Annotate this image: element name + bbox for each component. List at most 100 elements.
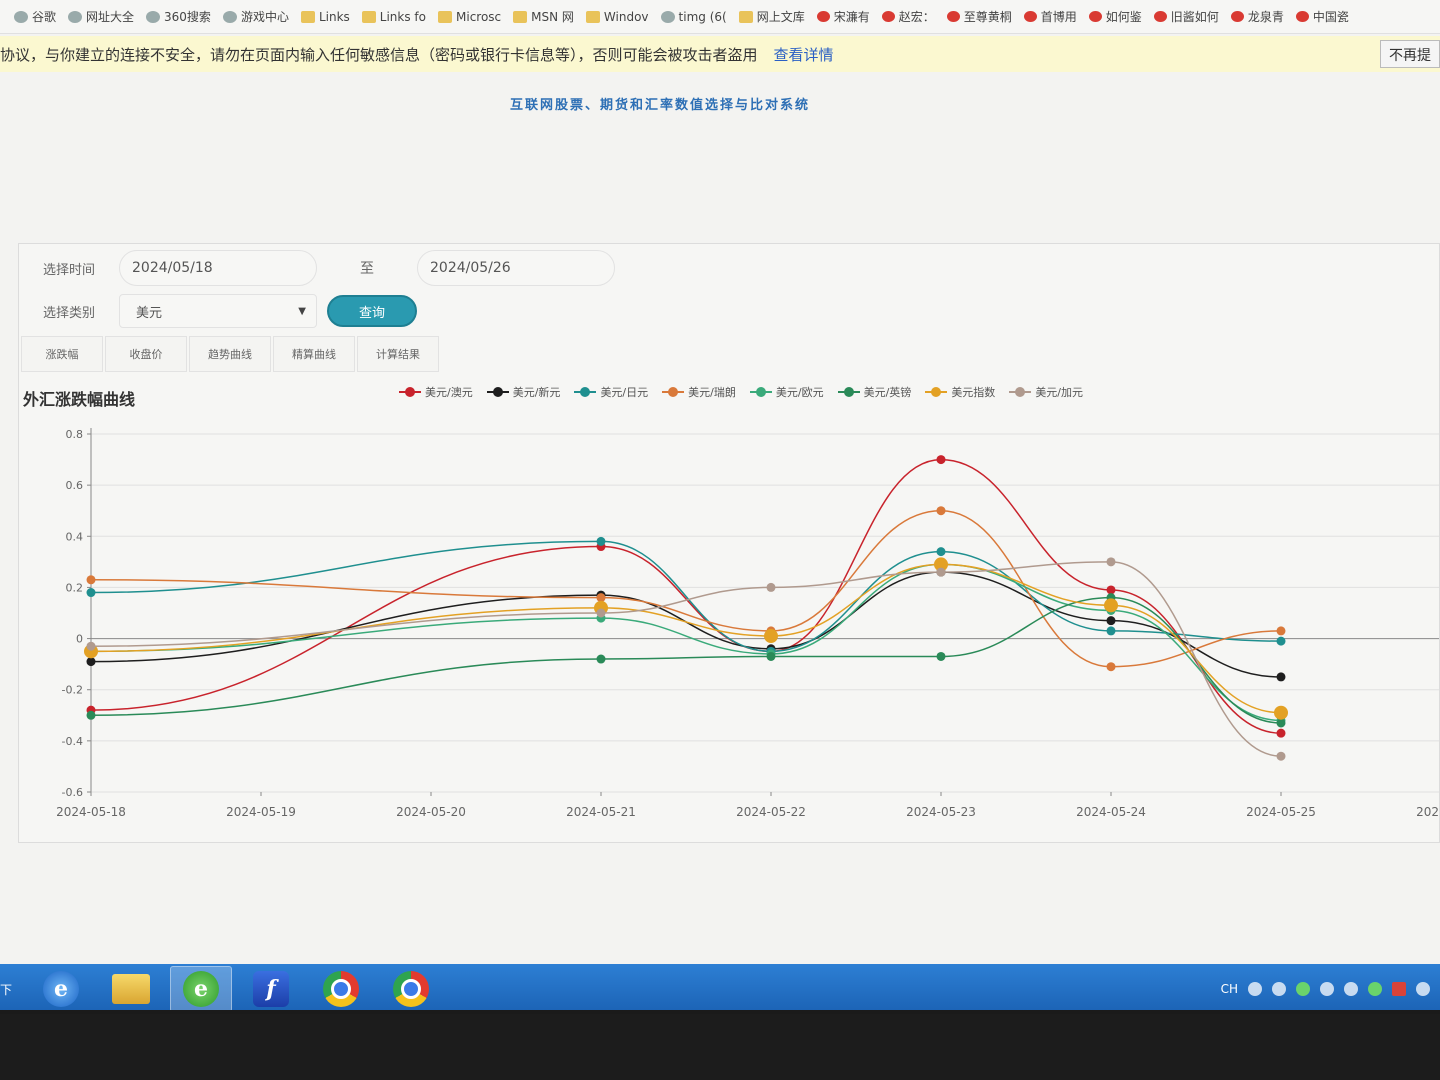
data-point (766, 582, 776, 592)
y-tick-label: 0.2 (66, 581, 84, 594)
update-icon[interactable] (1296, 982, 1310, 996)
warning-dismiss-button[interactable]: 不再提 (1380, 40, 1440, 68)
security-icon[interactable] (1368, 982, 1382, 996)
bookmark-item[interactable]: Links (300, 9, 350, 24)
weibo-icon (881, 11, 895, 22)
taskbar-ie-green[interactable]: e (170, 966, 232, 1010)
bookmark-item[interactable]: 中国瓷 (1295, 8, 1349, 25)
language-indicator[interactable]: CH (1221, 982, 1238, 996)
weibo-icon (946, 11, 960, 22)
taskbar-explorer[interactable] (100, 966, 162, 1010)
bookmark-item[interactable]: MSN 网 (513, 8, 574, 25)
weibo-icon (1153, 11, 1167, 22)
bookmark-label: 网上文库 (756, 10, 805, 24)
query-panel: 选择时间 2024/05/18 至 2024/05/26 选择类别 美元 ▼ 查… (18, 243, 1440, 843)
taskbar-flash[interactable]: f (240, 966, 302, 1010)
taskbar-chrome-1[interactable] (310, 966, 372, 1010)
chrome-icon (323, 971, 359, 1007)
bookmark-item[interactable]: timg (6( (660, 10, 727, 24)
globe-icon (660, 10, 675, 23)
bookmark-label: 中国瓷 (1312, 10, 1349, 24)
weibo-icon (1295, 11, 1309, 22)
flag-icon[interactable] (1392, 982, 1406, 996)
warning-details-link[interactable]: 查看详情 (774, 44, 834, 65)
bookmark-label: 如何鉴 (1105, 10, 1142, 24)
bookmark-item[interactable]: 首博用 (1023, 8, 1077, 25)
bookmark-label: Links fo (379, 9, 426, 24)
volume-icon[interactable] (1344, 982, 1358, 996)
series-line (90, 596, 1282, 724)
folder-icon (438, 10, 452, 23)
bookmark-item[interactable]: Microsc (438, 10, 501, 24)
data-point (1106, 662, 1116, 672)
game-icon (222, 10, 237, 23)
bookmark-item[interactable]: Windov (585, 9, 649, 24)
series-line (90, 540, 1282, 653)
data-point (596, 536, 606, 546)
network-icon[interactable] (1416, 982, 1430, 996)
data-point (1276, 636, 1286, 646)
data-point (596, 608, 606, 618)
x-tick-label: 2024-05-19 (226, 805, 296, 819)
x-tick-label: 2024-05-20 (396, 805, 466, 819)
data-point (1106, 585, 1116, 595)
bookmark-item[interactable]: 宋濂有 (816, 8, 870, 25)
bookmark-label: Windov (603, 9, 649, 24)
google-icon (14, 10, 28, 23)
bookmark-label: 首博用 (1040, 10, 1077, 24)
bookmark-label: 赵宏： (898, 10, 935, 24)
bookmark-item[interactable]: 龙泉青 (1230, 8, 1284, 25)
bookmark-label: 360搜索 (164, 10, 211, 24)
data-point (936, 547, 946, 557)
site-icon (68, 10, 83, 23)
x-tick-label: 2024-05-22 (736, 805, 806, 819)
data-point (1276, 672, 1286, 682)
y-tick-label: 0.8 (66, 428, 84, 441)
data-point (1106, 626, 1116, 636)
search-icon (146, 10, 161, 23)
bookmark-label: Links (318, 9, 350, 24)
device-icon[interactable] (1320, 982, 1334, 996)
bookmarks-bar: 谷歌 网址大全 360搜索 游戏中心 Links Links fo Microsc MSN 网… (0, 0, 1440, 34)
bookmark-item[interactable]: 赵宏： (881, 8, 935, 25)
page-title: 互联网股票、期货和汇率数值选择与比对系统 (509, 98, 810, 113)
data-point (86, 588, 96, 598)
bookmark-item[interactable]: Links fo (361, 9, 426, 24)
folder-icon (513, 10, 528, 23)
data-point (936, 506, 946, 516)
bookmark-item[interactable]: 如何鉴 (1088, 8, 1142, 25)
ie-icon: e (43, 971, 79, 1007)
data-point (1106, 616, 1116, 626)
bookmark-item[interactable]: 游戏中心 (222, 8, 289, 25)
x-tick-label: 2024-05-23 (906, 805, 976, 819)
weibo-icon (1023, 11, 1037, 22)
monitor-bezel (0, 1014, 1440, 1080)
start-button[interactable]: 下 (0, 964, 22, 1010)
bookmark-item[interactable]: 360搜索 (146, 8, 211, 25)
bookmark-label: Microsc (456, 9, 502, 24)
folder-icon (112, 974, 150, 1004)
data-point (1276, 751, 1286, 761)
data-point (1274, 705, 1288, 720)
bookmark-item[interactable]: 旧酱如何 (1153, 8, 1219, 25)
bookmark-item[interactable]: 网上文库 (738, 8, 805, 25)
taskbar-chrome-2[interactable] (380, 966, 442, 1010)
bookmark-label: 网址大全 (86, 10, 135, 24)
bookmark-item[interactable]: 网址大全 (68, 8, 134, 25)
y-tick-label: 0.6 (66, 479, 84, 492)
help-icon[interactable] (1272, 982, 1286, 996)
y-tick-label: -0.2 (62, 684, 83, 697)
data-point (596, 593, 606, 603)
chrome-icon (393, 971, 429, 1007)
keyboard-icon[interactable] (1248, 982, 1262, 996)
folder-icon (361, 10, 376, 23)
y-tick-label: 0.4 (66, 530, 84, 543)
bookmark-item[interactable]: 至尊黄桐 (946, 8, 1012, 25)
taskbar-ie[interactable]: e (30, 966, 92, 1010)
data-point (766, 651, 776, 661)
data-point (1276, 718, 1286, 728)
bookmark-label: 游戏中心 (240, 10, 289, 24)
y-tick-label: -0.6 (62, 786, 83, 799)
x-tick-label: 2024-05-18 (56, 805, 126, 819)
bookmark-item[interactable]: 谷歌 (14, 8, 56, 25)
